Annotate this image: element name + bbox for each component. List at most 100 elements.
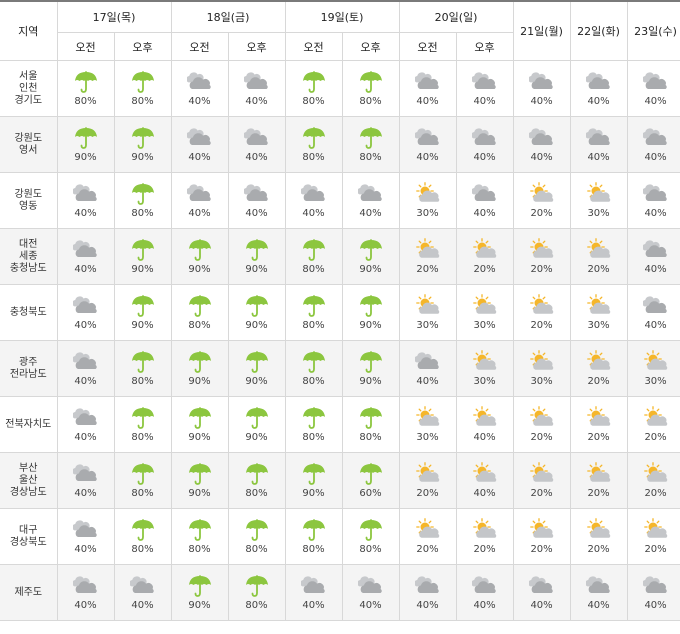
precipitation-probability: 40%	[188, 152, 211, 163]
forecast-cell: 90%	[227, 396, 286, 453]
region-label-line: 전라남도	[9, 368, 47, 380]
partly-cloudy-icon	[643, 518, 669, 542]
forecast-cell: 20%	[398, 508, 457, 565]
region-column-header: 지역	[0, 0, 58, 61]
precipitation-probability: 40%	[74, 600, 97, 611]
forecast-cell: 40%	[56, 508, 115, 565]
cloudy-icon	[186, 126, 213, 150]
forecast-cell: 40%	[56, 172, 115, 229]
forecast-cell: 40%	[626, 172, 680, 229]
partly-cloudy-icon	[643, 406, 669, 430]
precipitation-probability: 40%	[473, 488, 496, 499]
forecast-cell: 20%	[626, 452, 680, 509]
forecast-cell: 90%	[170, 228, 229, 285]
region-label-line: 영서	[19, 144, 38, 156]
umbrella-rain-icon	[301, 406, 327, 430]
cloudy-icon	[471, 182, 498, 206]
forecast-cell: 40%	[626, 564, 680, 621]
forecast-cell: 40%	[284, 564, 343, 621]
forecast-cell: 20%	[626, 508, 680, 565]
umbrella-rain-icon	[244, 462, 270, 486]
precipitation-probability: 40%	[644, 208, 667, 219]
forecast-row: 강원도 영동 40% 80% 40% 40% 40% 40% 30% 40% 20% 30% 40%	[0, 172, 680, 229]
cloudy-icon	[414, 126, 441, 150]
umbrella-rain-icon	[73, 126, 99, 150]
region-label-line: 경상남도	[9, 486, 47, 498]
precipitation-probability: 60%	[359, 488, 382, 499]
cloudy-icon	[72, 406, 99, 430]
forecast-cell: 80%	[170, 508, 229, 565]
forecast-cell: 90%	[170, 396, 229, 453]
forecast-cell: 40%	[227, 116, 286, 173]
region-label-line: 인천	[19, 82, 38, 94]
forecast-cell: 20%	[512, 228, 571, 285]
precipitation-probability: 20%	[644, 488, 667, 499]
precipitation-probability: 80%	[359, 96, 382, 107]
partly-cloudy-icon	[415, 294, 441, 318]
cloudy-icon	[72, 294, 99, 318]
umbrella-rain-icon	[358, 238, 384, 262]
forecast-cell: 20%	[569, 340, 628, 397]
forecast-cell: 80%	[113, 340, 172, 397]
forecast-cell: 40%	[170, 60, 229, 117]
forecast-cell: 20%	[455, 228, 514, 285]
region-name: 부산 울산 경상남도	[0, 452, 58, 509]
umbrella-rain-icon	[130, 70, 156, 94]
forecast-cell: 80%	[113, 508, 172, 565]
precipitation-probability: 40%	[416, 96, 439, 107]
umbrella-rain-icon	[301, 294, 327, 318]
precipitation-probability: 40%	[587, 96, 610, 107]
precipitation-probability: 30%	[473, 320, 496, 331]
precipitation-probability: 40%	[530, 600, 553, 611]
cloudy-icon	[471, 70, 498, 94]
forecast-cell: 20%	[398, 228, 457, 285]
forecast-cell: 40%	[569, 60, 628, 117]
forecast-cell: 90%	[341, 284, 400, 341]
precipitation-probability: 20%	[416, 488, 439, 499]
forecast-cell: 80%	[284, 116, 343, 173]
forecast-cell: 30%	[398, 172, 457, 229]
forecast-cell: 80%	[227, 508, 286, 565]
cloudy-icon	[528, 126, 555, 150]
region-label-line: 강원도	[14, 188, 43, 200]
pm-header: 오후	[341, 32, 400, 61]
region-label-line: 세종	[19, 250, 38, 262]
precipitation-probability: 20%	[587, 544, 610, 555]
forecast-cell: 90%	[227, 228, 286, 285]
cloudy-icon	[528, 70, 555, 94]
forecast-cell: 60%	[341, 452, 400, 509]
partly-cloudy-icon	[415, 182, 441, 206]
precipitation-probability: 90%	[131, 264, 154, 275]
precipitation-probability: 40%	[473, 208, 496, 219]
precipitation-probability: 40%	[644, 320, 667, 331]
forecast-cell: 90%	[170, 340, 229, 397]
precipitation-probability: 40%	[74, 320, 97, 331]
precipitation-probability: 30%	[416, 432, 439, 443]
precipitation-probability: 80%	[302, 432, 325, 443]
precipitation-probability: 20%	[530, 264, 553, 275]
forecast-cell: 40%	[512, 60, 571, 117]
precipitation-probability: 80%	[188, 320, 211, 331]
region-label-line: 충청북도	[9, 306, 47, 318]
cloudy-icon	[243, 70, 270, 94]
precipitation-probability: 40%	[644, 96, 667, 107]
precipitation-probability: 80%	[302, 544, 325, 555]
precipitation-probability: 80%	[131, 432, 154, 443]
cloudy-icon	[528, 574, 555, 598]
precipitation-probability: 30%	[587, 208, 610, 219]
precipitation-probability: 20%	[587, 432, 610, 443]
precipitation-probability: 80%	[302, 376, 325, 387]
forecast-cell: 20%	[512, 396, 571, 453]
precipitation-probability: 30%	[473, 376, 496, 387]
precipitation-probability: 20%	[530, 544, 553, 555]
precipitation-probability: 90%	[188, 432, 211, 443]
forecast-cell: 30%	[569, 172, 628, 229]
partly-cloudy-icon	[472, 238, 498, 262]
cloudy-icon	[414, 350, 441, 374]
am-header: 오전	[170, 32, 229, 61]
umbrella-rain-icon	[301, 518, 327, 542]
cloudy-icon	[414, 70, 441, 94]
partly-cloudy-icon	[415, 462, 441, 486]
forecast-cell: 40%	[398, 116, 457, 173]
region-label-line: 대전	[19, 238, 38, 250]
